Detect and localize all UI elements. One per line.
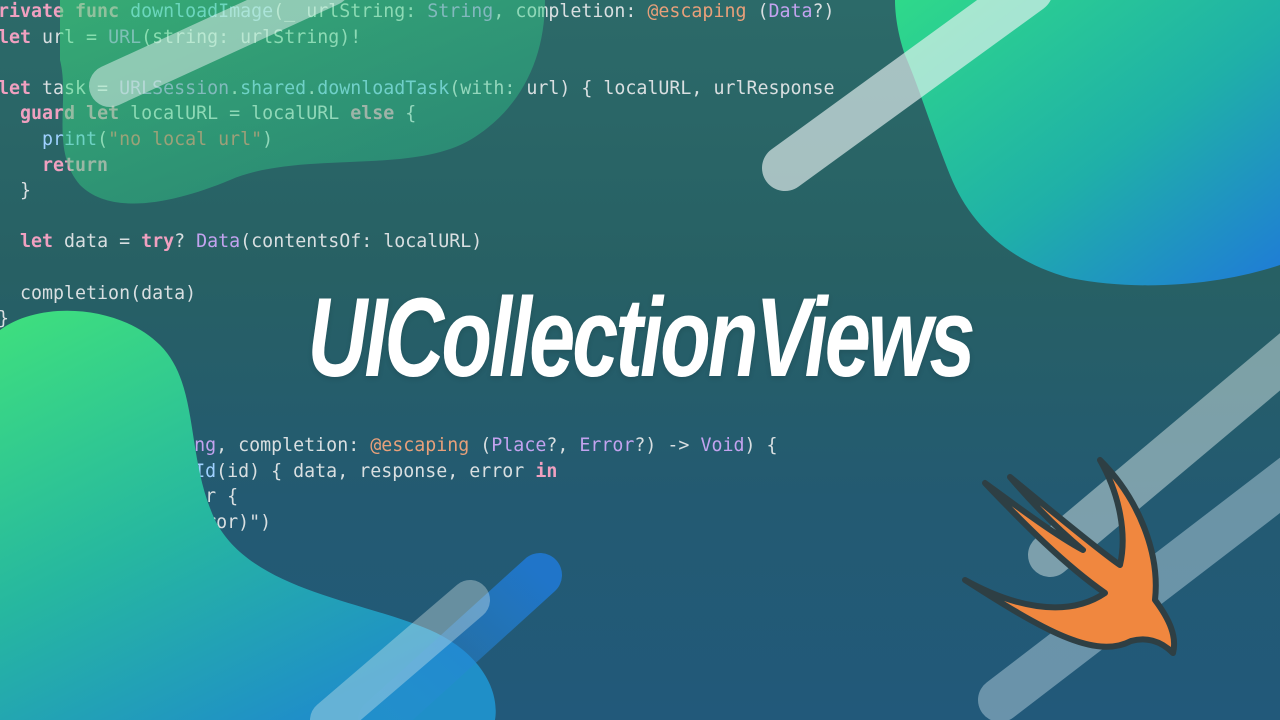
thumbnail-canvas: rivate func downloadImage(_ urlString: S… [0, 0, 1280, 720]
swift-logo-icon [962, 457, 1177, 656]
video-title: UICollectionViews [307, 275, 975, 400]
blob-top-left [60, 0, 545, 204]
